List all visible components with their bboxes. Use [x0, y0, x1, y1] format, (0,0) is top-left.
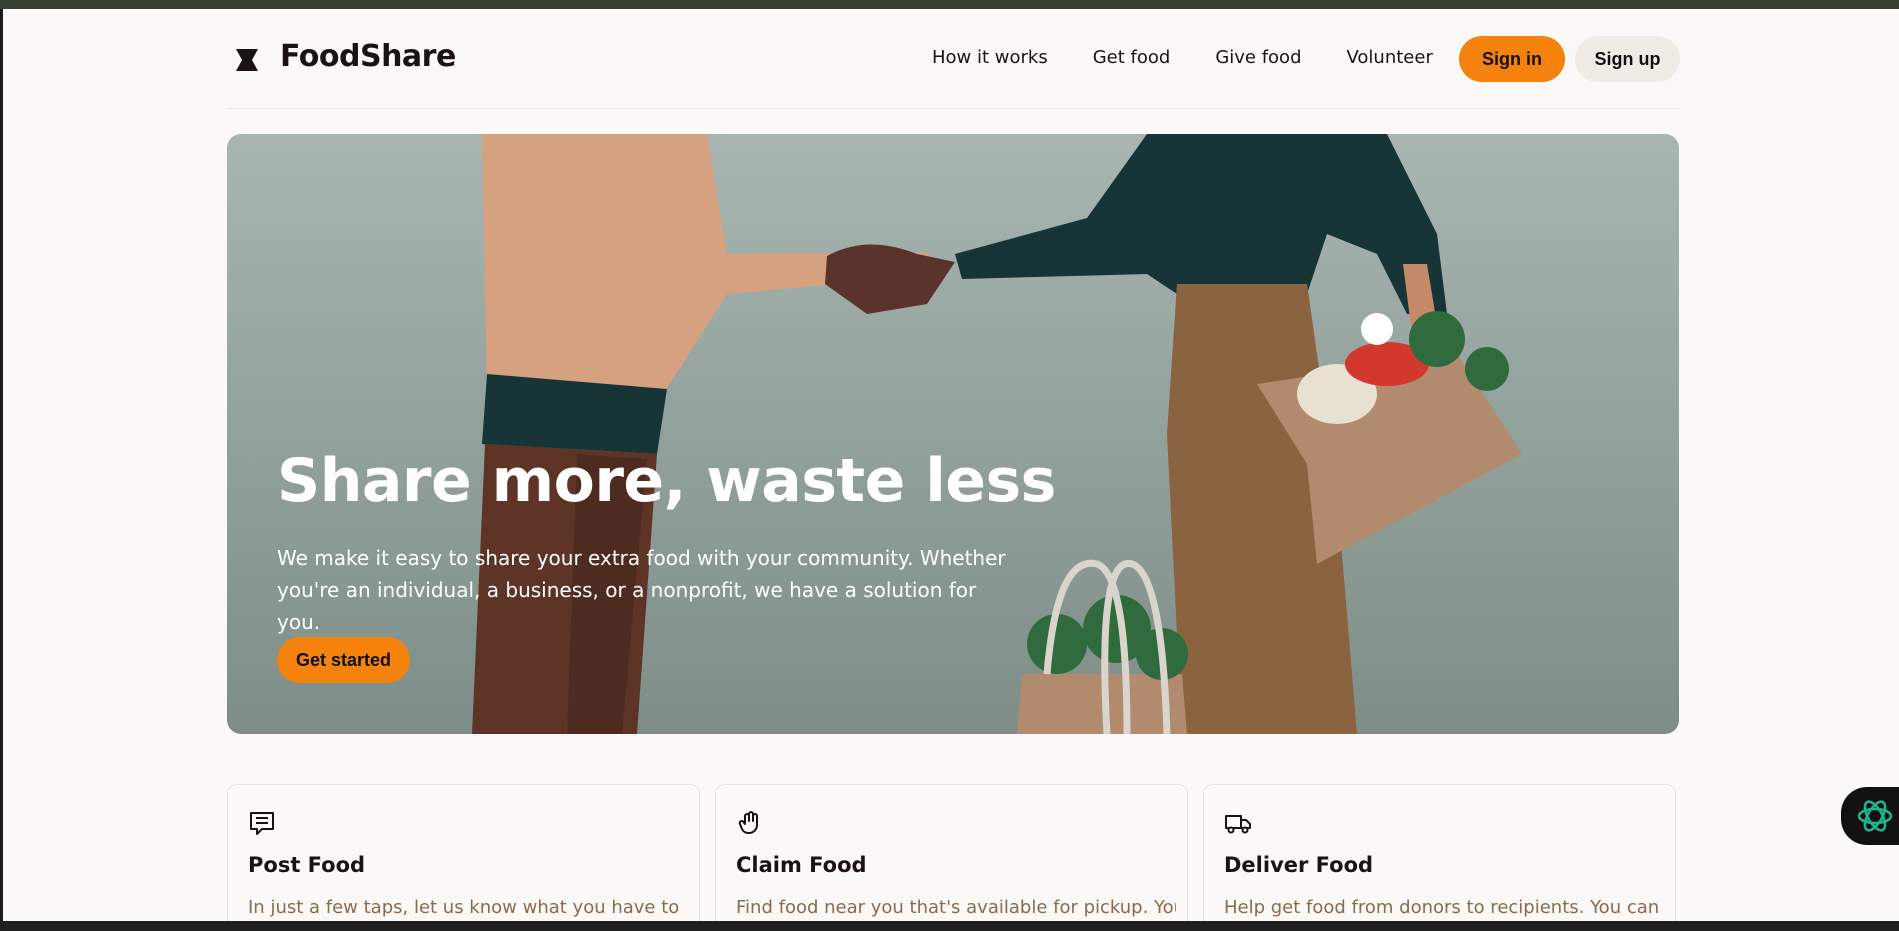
card-title: Post Food: [248, 853, 366, 877]
card-description: Help get food from donors to recipients.…: [1224, 897, 1660, 918]
card-deliver-food[interactable]: Deliver Food Help get food from donors t…: [1203, 784, 1676, 921]
card-description: Find food near you that's available for …: [736, 897, 1176, 918]
browser-top-bar: [0, 0, 1899, 9]
card-description: In just a few taps, let us know what you…: [248, 897, 680, 918]
hourglass-logo-icon[interactable]: [234, 47, 260, 73]
get-started-button[interactable]: Get started: [277, 637, 410, 683]
assistant-widget-button[interactable]: [1841, 787, 1899, 845]
page: FoodShare How it works Get food Give foo…: [3, 9, 1899, 921]
hero-title: Share more, waste less: [277, 446, 1056, 516]
nav-give-food[interactable]: Give food: [1215, 47, 1301, 68]
sign-up-button[interactable]: Sign up: [1575, 36, 1680, 82]
main-nav: How it works Get food Give food Voluntee…: [932, 47, 1478, 68]
truck-icon: [1225, 815, 1251, 834]
sign-in-button[interactable]: Sign in: [1459, 36, 1565, 82]
card-title: Deliver Food: [1224, 853, 1374, 877]
nav-how-it-works[interactable]: How it works: [932, 47, 1048, 68]
nav-volunteer[interactable]: Volunteer: [1347, 47, 1433, 68]
hero-banner: Share more, waste less We make it easy t…: [227, 134, 1679, 734]
hand-icon: [738, 811, 758, 834]
card-claim-food[interactable]: Claim Food Find food near you that's ava…: [715, 784, 1188, 921]
card-title: Claim Food: [736, 853, 867, 877]
browser-bottom-bar: [0, 921, 1899, 931]
receipt-icon: [250, 812, 274, 835]
site-header: FoodShare How it works Get food Give foo…: [227, 9, 1680, 109]
brand-name[interactable]: FoodShare: [280, 39, 456, 74]
nav-get-food[interactable]: Get food: [1093, 47, 1171, 68]
hero-illustration: [472, 134, 1522, 734]
hero-subtitle: We make it easy to share your extra food…: [277, 546, 1006, 634]
card-post-food[interactable]: Post Food In just a few taps, let us kno…: [227, 784, 700, 921]
openai-assistant-icon: [1857, 800, 1893, 832]
